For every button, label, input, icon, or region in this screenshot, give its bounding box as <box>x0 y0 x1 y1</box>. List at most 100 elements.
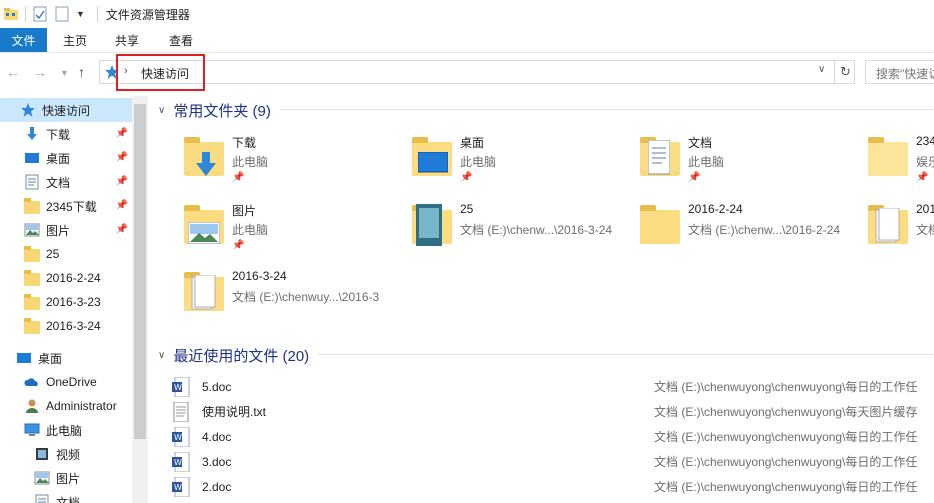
customize-toolbar-chevron-icon[interactable]: ▼ <box>76 9 85 19</box>
sidebar-item-label: Administrator <box>46 399 117 413</box>
sidebar-item-administrator[interactable]: Administrator <box>0 394 132 418</box>
pin-icon[interactable]: 📌 <box>116 200 128 211</box>
frequent-folders-header[interactable]: ∨ 常用文件夹 (9) <box>158 100 271 121</box>
sidebar-item-pictures-pc[interactable]: 图片 <box>0 466 132 490</box>
folder-large-icon <box>176 267 226 323</box>
folder-large-icon <box>404 200 454 256</box>
tab-view[interactable]: 查看 <box>153 28 207 52</box>
tile-location: 此电脑 <box>232 223 269 237</box>
sidebar-item-label: 2016-2-24 <box>46 271 101 285</box>
tile-location: 文档 (E:)\chenw...\2016-3-24 <box>460 223 613 237</box>
refresh-icon: ↻ <box>840 64 851 79</box>
file-location: 文档 (E:)\chenwuyong\chenwuyong\每日的工作任 <box>654 380 918 394</box>
folder-large-icon <box>632 200 682 256</box>
up-arrow-icon[interactable]: ↑ <box>78 64 85 80</box>
file-location: 文档 (E:)\chenwuyong\chenwuyong\每日的工作任 <box>654 455 918 469</box>
tab-home[interactable]: 主页 <box>47 28 101 52</box>
folder-tile-documents[interactable]: 文档 此电脑 📌 <box>632 132 857 194</box>
sidebar-item-this-pc[interactable]: 此电脑 <box>0 418 132 442</box>
section-title: 常用文件夹 (9) <box>173 103 271 120</box>
sidebar-item-label: 2016-3-23 <box>46 295 101 309</box>
tile-name: 桌面 <box>460 136 485 150</box>
properties-icon[interactable] <box>32 6 48 22</box>
folder-tile-2016-3-24[interactable]: 2016-3-24 文档 (E:)\chenwuy...\2016-3 <box>176 267 401 329</box>
list-item[interactable]: W 3.doc 文档 (E:)\chenwuyong\chenwuyong\每日… <box>172 449 932 474</box>
sidebar-item-onedrive[interactable]: OneDrive <box>0 370 132 394</box>
tab-share[interactable]: 共享 <box>101 28 153 52</box>
sidebar-item-2016-3-24[interactable]: 2016-3-24 <box>0 314 132 338</box>
back-arrow-icon[interactable]: ← <box>6 64 20 80</box>
tile-location: 此电脑 <box>232 155 269 169</box>
sidebar-item-25[interactable]: 25 <box>0 242 132 266</box>
document-icon <box>35 494 49 503</box>
sidebar-item-2345-downloads[interactable]: 2345下载 📌 <box>0 194 132 218</box>
list-item[interactable]: W 4.doc 文档 (E:)\chenwuyong\chenwuyong\每日… <box>172 424 932 449</box>
sidebar-item-2016-3-23[interactable]: 2016-3-23 <box>0 290 132 314</box>
pin-icon[interactable]: 📌 <box>232 172 244 183</box>
sidebar-item-desktop-root[interactable]: 桌面 <box>0 346 132 370</box>
list-item[interactable]: 使用说明.txt 文档 (E:)\chenwuyong\chenwuyong\每… <box>172 399 932 424</box>
download-icon <box>196 152 216 176</box>
svg-text:W: W <box>174 458 182 467</box>
sidebar-scrollbar-thumb[interactable] <box>134 104 146 439</box>
folder-tile-2016-2-24[interactable]: 2016-2-24 文档 (E:)\chenw...\2016-2-24 <box>632 200 857 262</box>
sidebar-item-label: 文档 <box>56 495 81 503</box>
tile-location: 此电脑 <box>460 155 497 169</box>
search-input[interactable]: 搜索"快速访 <box>865 60 934 84</box>
collapse-chevron-icon[interactable]: ∨ <box>158 105 165 116</box>
sidebar-item-label: 此电脑 <box>46 423 83 438</box>
sidebar-item-documents-pc[interactable]: 文档 <box>0 490 132 503</box>
papers-icon <box>875 208 900 243</box>
file-name: 2.doc <box>202 479 232 494</box>
folder-tile-pictures[interactable]: 图片 此电脑 📌 <box>176 200 401 262</box>
pin-icon[interactable]: 📌 <box>116 176 128 187</box>
desktop-icon <box>418 152 448 173</box>
forward-arrow-icon[interactable]: → <box>33 64 47 80</box>
sidebar-item-desktop[interactable]: 桌面 📌 <box>0 146 132 170</box>
refresh-button[interactable]: ↻ <box>834 60 856 84</box>
sidebar-item-2016-2-24[interactable]: 2016-2-24 <box>0 266 132 290</box>
sidebar-item-videos[interactable]: 视频 <box>0 442 132 466</box>
sidebar-item-pictures[interactable]: 图片 📌 <box>0 218 132 242</box>
titlebar-separator <box>25 6 26 22</box>
pin-icon[interactable]: 📌 <box>460 172 472 183</box>
ribbon-tabs: 文件 主页 共享 查看 <box>0 28 934 53</box>
svg-text:W: W <box>174 433 182 442</box>
folder-tile-2016[interactable]: 2016 文档 <box>860 200 934 262</box>
sidebar-item-quick-access[interactable]: 快速访问 <box>0 98 132 122</box>
folder-tile-downloads[interactable]: 下载 此电脑 📌 <box>176 132 401 194</box>
tile-name: 2345 <box>916 134 934 148</box>
collapse-chevron-icon[interactable]: ∨ <box>158 350 165 361</box>
svg-text:W: W <box>174 383 182 392</box>
recent-locations-chevron-icon[interactable]: ▼ <box>60 68 69 78</box>
list-item[interactable]: W 5.doc 文档 (E:)\chenwuyong\chenwuyong\每日… <box>172 374 932 399</box>
new-folder-icon[interactable] <box>54 6 70 22</box>
sidebar-item-downloads[interactable]: 下载 📌 <box>0 122 132 146</box>
tile-name: 2016-3-24 <box>232 269 287 283</box>
list-item[interactable]: W 2.doc 文档 (E:)\chenwuyong\chenwuyong\每日… <box>172 474 932 499</box>
pin-icon[interactable]: 📌 <box>232 240 244 251</box>
address-dropdown-chevron-icon[interactable]: ∨ <box>818 64 825 75</box>
folder-tile-25[interactable]: 25 文档 (E:)\chenw...\2016-3-24 <box>404 200 629 262</box>
sidebar-item-label: 桌面 <box>38 351 63 366</box>
pin-icon[interactable]: 📌 <box>688 172 700 183</box>
pin-icon[interactable]: 📌 <box>116 128 128 139</box>
pin-icon[interactable]: 📌 <box>116 152 128 163</box>
sidebar-item-documents[interactable]: 文档 📌 <box>0 170 132 194</box>
folder-icon <box>24 198 40 214</box>
word-doc-icon: W <box>172 376 190 397</box>
folder-icon <box>24 294 40 310</box>
tile-name: 下载 <box>232 136 257 150</box>
document-icon <box>25 174 39 190</box>
folder-tile-desktop[interactable]: 桌面 此电脑 📌 <box>404 132 629 194</box>
address-bar[interactable] <box>99 60 855 84</box>
pin-icon[interactable]: 📌 <box>916 172 928 183</box>
folder-tile-2345[interactable]: 2345 娱乐 📌 <box>860 132 934 194</box>
folder-icon <box>24 318 40 334</box>
section-divider <box>318 354 934 355</box>
sidebar-item-label: 文档 <box>46 175 71 190</box>
pin-icon[interactable]: 📌 <box>116 224 128 235</box>
tile-location: 娱乐 <box>916 155 934 169</box>
tab-file[interactable]: 文件 <box>0 28 47 52</box>
recent-files-header[interactable]: ∨ 最近使用的文件 (20) <box>158 345 309 366</box>
